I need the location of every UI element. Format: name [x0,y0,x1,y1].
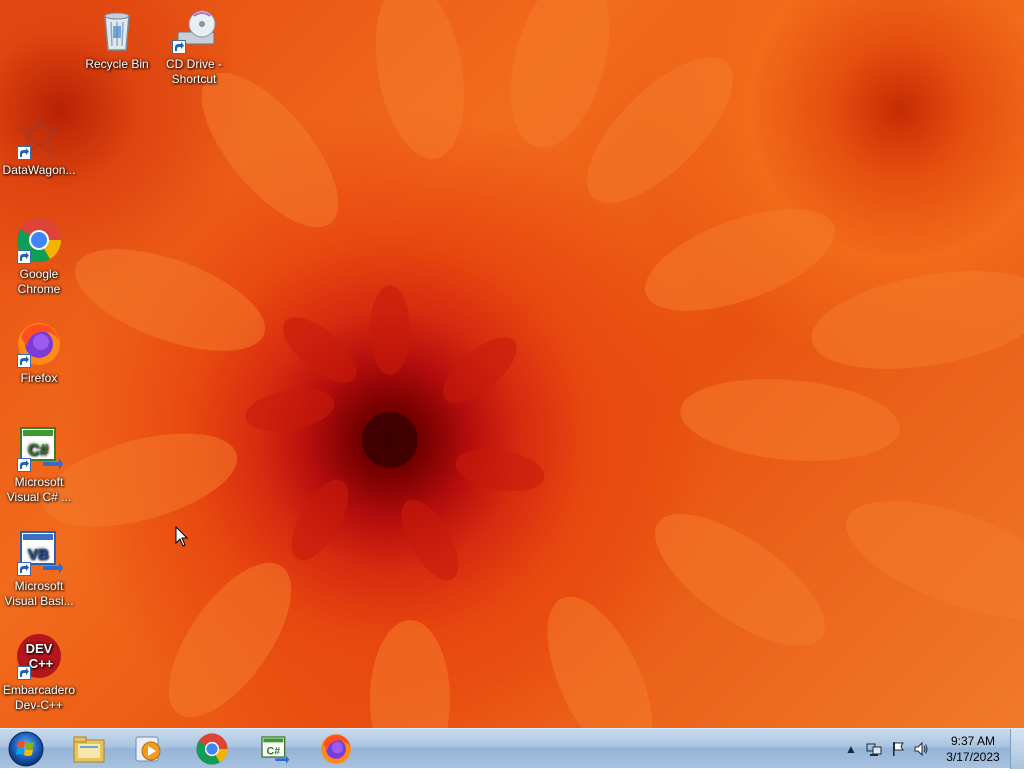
chrome-icon [196,733,228,765]
recycle-bin-icon [93,6,141,54]
svg-text:VB: VB [28,546,49,563]
taskbar: C# ▲ 9:37 AM 3/17/2023 [0,728,1024,769]
firefox-icon [321,734,351,764]
taskbar-visual-csharp[interactable]: C# [247,731,301,767]
devcpp-icon: DEV C++ [15,632,63,680]
shortcut-arrow-icon [17,250,31,264]
desktop-icon-embarcadero-devcpp[interactable]: DEV C++ Embarcadero Dev-C++ [1,632,77,713]
desktop-icon-label: DataWagon... [2,163,76,177]
windows-logo-icon [8,731,44,767]
clock-date: 3/17/2023 [946,750,1000,764]
chrome-icon [15,216,63,264]
desktop-icon-cd-drive-shortcut[interactable]: CD Drive - Shortcut [156,6,232,87]
network-icon[interactable] [866,741,882,757]
clock-time: 9:37 AM [950,734,996,748]
show-desktop-button[interactable] [1010,729,1024,769]
chrysanthemum-wallpaper-art [42,0,1024,728]
svg-text:DEV: DEV [26,641,53,656]
visual-csharp-icon: C# [15,424,63,472]
shortcut-arrow-icon [17,458,31,472]
desktop-icon-google-chrome[interactable]: Google Chrome [1,216,77,297]
desktop-icon-label: Embarcadero Dev-C++ [2,683,76,712]
taskbar-file-explorer[interactable] [62,731,116,767]
svg-text:C++: C++ [29,656,54,671]
cd-drive-icon [170,6,218,54]
start-button[interactable] [4,730,50,768]
desktop-icon-datawagon[interactable]: DataWagon... [1,112,77,178]
file-explorer-icon [73,736,105,763]
desktop-icon-visual-csharp[interactable]: C# Microsoft Visual C# ... [1,424,77,505]
desktop-icon-label: Recycle Bin [85,57,149,71]
system-clock[interactable]: 9:37 AM 3/17/2023 [937,733,1009,765]
firefox-icon [15,320,63,368]
volume-icon[interactable] [913,741,929,757]
svg-text:C#: C# [28,442,49,459]
desktop-icon-label: Google Chrome [17,267,61,296]
desktop-icon-firefox[interactable]: Firefox [1,320,77,386]
visual-csharp-icon: C# [261,736,290,764]
shortcut-arrow-icon [17,146,31,160]
shortcut-arrow-icon [17,666,31,680]
shortcut-arrow-icon [17,562,31,576]
media-player-icon [135,736,161,762]
taskbar-media-player[interactable] [122,731,176,767]
action-center-flag-icon[interactable] [890,741,906,757]
desktop-icon-label: Microsoft Visual Basi... [4,579,74,608]
taskbar-chrome[interactable] [185,731,239,767]
desktop-icon-label: Firefox [20,371,58,385]
svg-text:C#: C# [267,745,281,757]
desktop-icon-recycle-bin[interactable]: Recycle Bin [79,6,155,72]
visual-basic-icon: VB [15,528,63,576]
shortcut-arrow-icon [172,40,186,54]
desktop-icon-label: Microsoft Visual C# ... [6,475,72,504]
desktop-wallpaper [0,0,1024,728]
datawagon-icon [15,112,63,160]
shortcut-arrow-icon [17,354,31,368]
taskbar-firefox[interactable] [309,731,363,767]
mouse-cursor-icon [175,526,189,547]
show-hidden-icons-icon[interactable]: ▲ [843,741,859,757]
desktop-icon-visual-basic[interactable]: VB Microsoft Visual Basi... [1,528,77,609]
desktop-icon-label: CD Drive - Shortcut [166,57,222,86]
